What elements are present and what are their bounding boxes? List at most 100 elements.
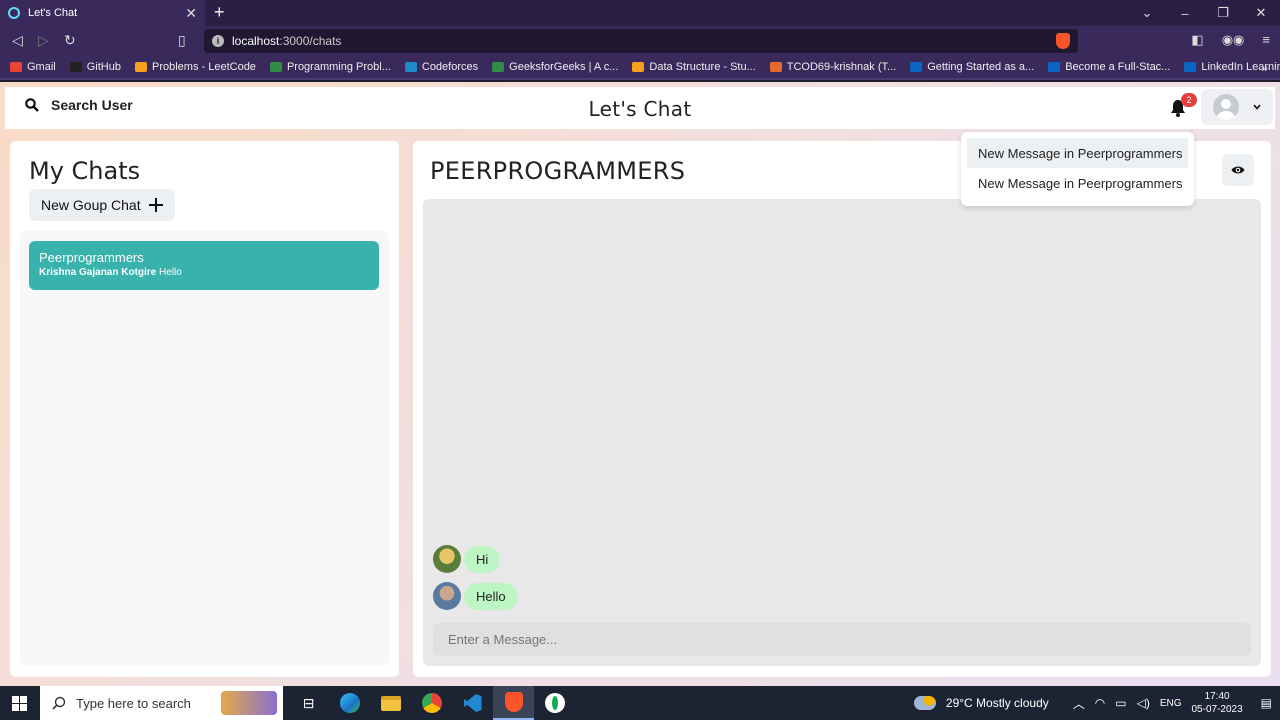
bookmark-item[interactable]: Become a Full-Stac... bbox=[1048, 61, 1170, 73]
bookmark-favicon-icon bbox=[910, 62, 923, 72]
bookmark-item[interactable]: GitHub bbox=[69, 61, 121, 73]
app-root: Search User Let's Chat 2 My Chats New Go… bbox=[0, 82, 1280, 686]
bookmark-favicon-icon bbox=[1048, 62, 1061, 72]
bookmark-label: GitHub bbox=[86, 61, 121, 73]
bookmark-item[interactable]: GeeksforGeeks | A c... bbox=[492, 61, 618, 73]
chevron-down-icon bbox=[1253, 104, 1261, 110]
weather-text[interactable]: 29°C Mostly cloudy bbox=[946, 696, 1049, 710]
brave-taskbar-icon[interactable] bbox=[493, 686, 534, 720]
chat-title: PEERPROGRAMMERS bbox=[430, 157, 686, 185]
mongodb-compass-icon[interactable] bbox=[534, 686, 575, 720]
new-tab-button[interactable]: + bbox=[214, 2, 225, 23]
back-icon[interactable]: ◁ bbox=[12, 32, 23, 49]
bookmark-item[interactable]: Problems - LeetCode bbox=[134, 61, 256, 73]
site-info-icon[interactable]: i bbox=[212, 35, 224, 47]
app-header: Search User Let's Chat 2 bbox=[5, 87, 1275, 129]
bookmark-favicon-icon bbox=[404, 62, 417, 72]
bookmark-item[interactable]: Gmail bbox=[10, 61, 56, 73]
windows-start-icon[interactable] bbox=[12, 696, 27, 711]
bookmark-favicon-icon bbox=[69, 62, 82, 72]
avatar bbox=[1213, 94, 1239, 120]
notification-item[interactable]: New Message in Peerprogrammers bbox=[967, 138, 1188, 168]
my-chats-panel: My Chats New Goup Chat Peerprogrammers K… bbox=[10, 141, 399, 677]
bookmark-icon[interactable]: ▯ bbox=[178, 32, 186, 49]
bookmark-label: Codeforces bbox=[421, 61, 479, 73]
taskbar-search[interactable]: Type here to search bbox=[40, 686, 283, 720]
bookmark-item[interactable]: Data Structure - Stu... bbox=[632, 61, 756, 73]
clock-date: 05-07-2023 bbox=[1191, 704, 1243, 715]
bookmark-favicon-icon bbox=[769, 62, 782, 72]
chrome-icon[interactable] bbox=[411, 686, 452, 720]
chat-list-item[interactable]: Peerprogrammers Krishna Gajanan Kotgire … bbox=[29, 241, 379, 290]
bookmark-item[interactable]: Getting Started as a... bbox=[910, 61, 1034, 73]
bookmark-item[interactable]: Codeforces bbox=[404, 61, 479, 73]
notification-center-icon[interactable]: ▤ bbox=[1261, 696, 1272, 710]
system-tray: 29°C Mostly cloudy ︿ ◠ ▭ ◁) ENG 17:40 05… bbox=[913, 686, 1280, 720]
new-group-chat-label: New Goup Chat bbox=[41, 197, 141, 213]
battery-icon[interactable]: ▭ bbox=[1115, 696, 1126, 710]
bookmark-label: Getting Started as a... bbox=[927, 61, 1035, 73]
chat-name: Peerprogrammers bbox=[39, 250, 144, 265]
sender-avatar[interactable] bbox=[433, 582, 461, 610]
language-indicator[interactable]: ENG bbox=[1160, 698, 1182, 709]
forward-icon[interactable]: ▷ bbox=[38, 32, 49, 49]
close-tab-icon[interactable]: ✕ bbox=[185, 5, 197, 22]
message-bubble: Hi bbox=[464, 545, 501, 573]
bookmark-favicon-icon bbox=[269, 62, 282, 72]
profile-menu-button[interactable] bbox=[1201, 89, 1273, 125]
bookmark-label: GeeksforGeeks | A c... bbox=[509, 61, 619, 73]
bookmark-favicon-icon bbox=[10, 62, 22, 72]
browser-tab-bar: Let's Chat ✕ + ⌄ – ❐ ✕ bbox=[0, 0, 1280, 26]
notification-badge: 2 bbox=[1181, 93, 1197, 107]
vscode-icon[interactable] bbox=[452, 686, 493, 720]
taskbar-search-placeholder: Type here to search bbox=[76, 695, 191, 711]
notification-item[interactable]: New Message in Peerprogrammers bbox=[967, 168, 1188, 198]
bookmarks-bar: Gmail GitHub Problems - LeetCode Programmin… bbox=[0, 56, 1280, 80]
windows-taskbar: Type here to search ⊟ 29°C Mostly cloudy… bbox=[0, 686, 1280, 720]
bookmark-label: Gmail bbox=[27, 61, 56, 73]
show-hidden-icons-icon[interactable]: ︿ bbox=[1073, 695, 1085, 712]
close-window-button[interactable]: ✕ bbox=[1242, 5, 1280, 21]
react-icon bbox=[8, 7, 20, 19]
task-view-icon[interactable]: ⊟ bbox=[288, 686, 329, 720]
weather-icon[interactable] bbox=[913, 696, 936, 710]
bookmark-label: Problems - LeetCode bbox=[151, 61, 256, 73]
bookmark-label: Become a Full-Stac... bbox=[1065, 61, 1171, 73]
sidebar-icon[interactable]: ◧ bbox=[1191, 32, 1203, 48]
file-explorer-icon[interactable] bbox=[370, 686, 411, 720]
menu-icon[interactable]: ≡ bbox=[1262, 32, 1270, 48]
message-bubble: Hello bbox=[464, 582, 518, 610]
reload-icon[interactable]: ↻ bbox=[64, 32, 76, 49]
clock-time: 17:40 bbox=[1204, 691, 1230, 702]
tab-title: Let's Chat bbox=[28, 7, 78, 19]
chat-list: Peerprogrammers Krishna Gajanan Kotgire … bbox=[20, 231, 389, 666]
network-icon[interactable]: ◠ bbox=[1095, 696, 1105, 710]
plus-icon bbox=[148, 198, 163, 212]
latest-message-sender: Krishna Gajanan Kotgire bbox=[39, 267, 157, 278]
edge-icon[interactable] bbox=[329, 686, 370, 720]
browser-tab[interactable]: Let's Chat ✕ bbox=[0, 0, 205, 26]
latest-message: Krishna Gajanan Kotgire Hello bbox=[39, 267, 369, 278]
sender-avatar[interactable] bbox=[433, 545, 461, 573]
bookmark-item[interactable]: Programming Probl... bbox=[269, 61, 391, 73]
view-chat-info-button[interactable] bbox=[1222, 154, 1254, 186]
tab-search-icon[interactable]: ⌄ bbox=[1128, 5, 1166, 21]
url-path: :3000/chats bbox=[279, 34, 342, 48]
eye-icon bbox=[1231, 166, 1245, 174]
message-row: Hello bbox=[433, 582, 518, 610]
chat-panel: PEERPROGRAMMERS Hi Hello bbox=[413, 141, 1271, 677]
bookmark-item[interactable]: TCOD69-krishnak (T... bbox=[769, 61, 896, 73]
bookmark-label: Data Structure - Stu... bbox=[649, 61, 756, 73]
maximize-button[interactable]: ❐ bbox=[1204, 5, 1242, 21]
new-group-chat-button[interactable]: New Goup Chat bbox=[29, 189, 175, 221]
volume-icon[interactable]: ◁) bbox=[1137, 696, 1150, 710]
clock[interactable]: 17:40 05-07-2023 bbox=[1192, 690, 1243, 716]
brave-shield-icon[interactable] bbox=[1056, 33, 1070, 49]
minimize-button[interactable]: – bbox=[1166, 6, 1204, 21]
address-bar[interactable]: i localhost :3000/chats bbox=[204, 29, 1078, 53]
message-input[interactable] bbox=[433, 623, 1251, 656]
latest-message-text: Hello bbox=[159, 267, 182, 278]
vpn-icon[interactable]: ◉◉ bbox=[1222, 32, 1245, 48]
bookmark-favicon-icon bbox=[134, 62, 147, 72]
more-bookmarks-icon[interactable]: » bbox=[1261, 61, 1268, 75]
